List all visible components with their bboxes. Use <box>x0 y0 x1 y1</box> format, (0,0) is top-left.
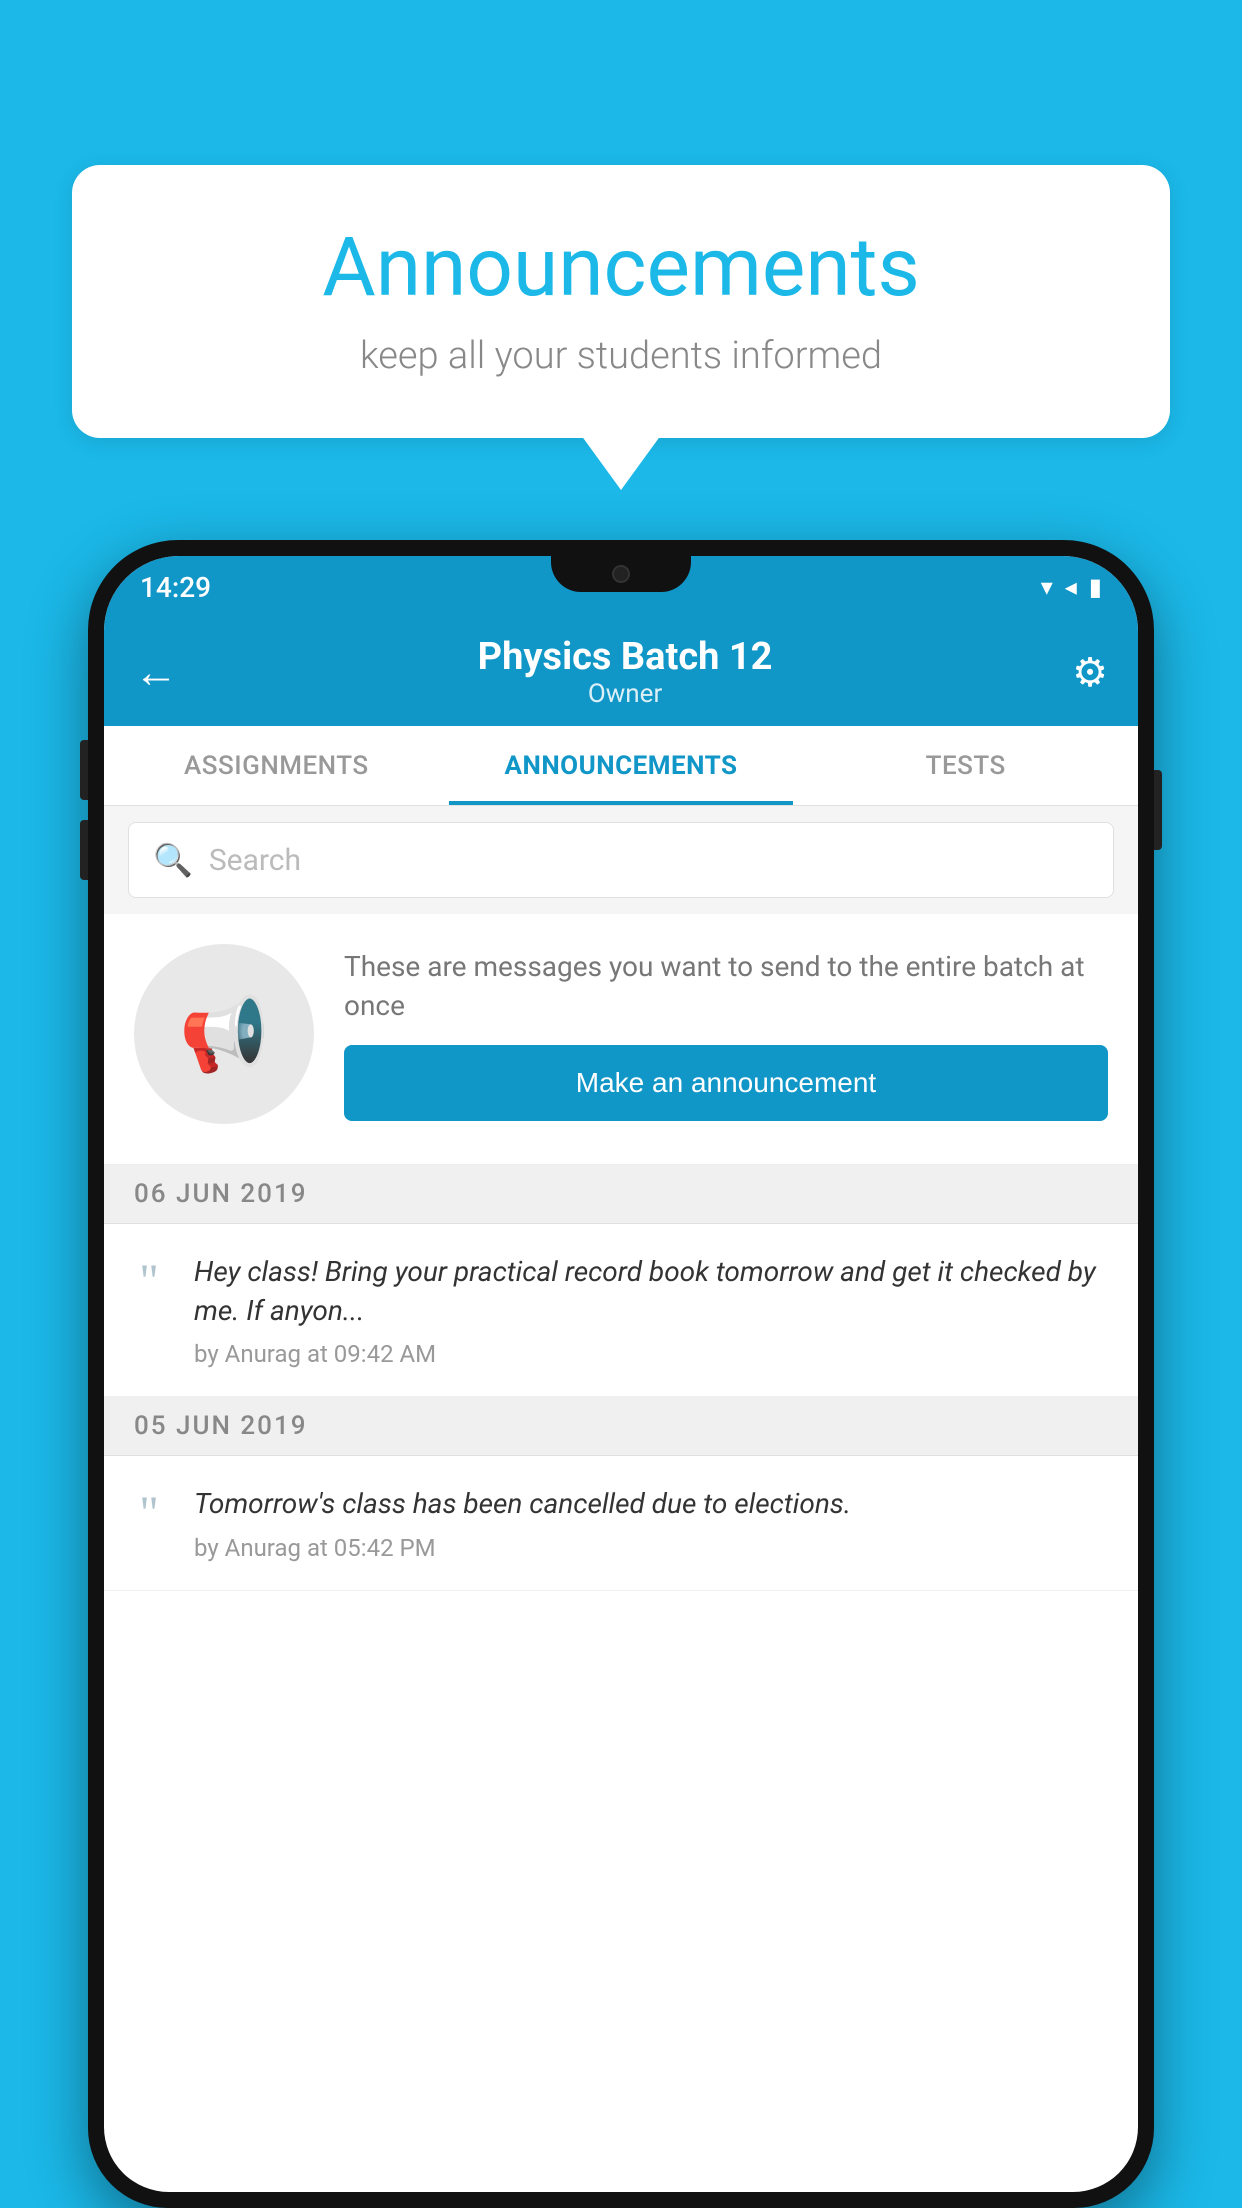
announcement-meta-1: by Anurag at 09:42 AM <box>194 1340 1108 1368</box>
app-bar-subtitle: Owner <box>478 679 773 709</box>
camera <box>612 565 630 583</box>
speech-bubble: Announcements keep all your students inf… <box>72 165 1170 438</box>
date-separator-1: 06 JUN 2019 <box>104 1165 1138 1224</box>
search-icon: 🔍 <box>153 841 193 879</box>
announcement-message-2: Tomorrow's class has been cancelled due … <box>194 1484 1108 1523</box>
announcement-meta-2: by Anurag at 05:42 PM <box>194 1534 1108 1562</box>
date-separator-2: 05 JUN 2019 <box>104 1397 1138 1456</box>
tab-announcements[interactable]: ANNOUNCEMENTS <box>449 726 794 805</box>
search-bar: 🔍 Search <box>104 806 1138 914</box>
tabs: ASSIGNMENTS ANNOUNCEMENTS TESTS <box>104 726 1138 806</box>
app-bar: ← Physics Batch 12 Owner ⚙ <box>104 618 1138 726</box>
status-bar: 14:29 ▾ ◂ ▮ <box>104 556 1138 618</box>
phone-screen: 14:29 ▾ ◂ ▮ ← Physics Batch 12 Owner ⚙ A… <box>104 556 1138 2192</box>
signal-icon: ◂ <box>1065 573 1077 601</box>
status-icons: ▾ ◂ ▮ <box>1041 573 1102 601</box>
notch <box>551 556 691 592</box>
announcement-content-2: Tomorrow's class has been cancelled due … <box>194 1484 1108 1561</box>
tab-tests[interactable]: TESTS <box>793 726 1138 805</box>
bubble-title: Announcements <box>132 220 1110 316</box>
announcement-item-2: " Tomorrow's class has been cancelled du… <box>104 1456 1138 1590</box>
make-announcement-button[interactable]: Make an announcement <box>344 1045 1108 1121</box>
status-time: 14:29 <box>140 571 211 604</box>
announcement-empty-right: These are messages you want to send to t… <box>344 947 1108 1121</box>
tab-assignments[interactable]: ASSIGNMENTS <box>104 726 449 805</box>
search-input-wrap[interactable]: 🔍 Search <box>128 822 1114 898</box>
quote-icon-1: " <box>124 1258 174 1306</box>
announcement-item-1: " Hey class! Bring your practical record… <box>104 1224 1138 1397</box>
announcement-icon-circle: 📢 <box>134 944 314 1124</box>
speech-bubble-container: Announcements keep all your students inf… <box>72 165 1170 438</box>
quote-icon-2: " <box>124 1490 174 1538</box>
app-bar-title: Physics Batch 12 <box>478 635 773 679</box>
announcement-content-1: Hey class! Bring your practical record b… <box>194 1252 1108 1368</box>
volume-down-button <box>80 820 88 880</box>
phone-device: 14:29 ▾ ◂ ▮ ← Physics Batch 12 Owner ⚙ A… <box>88 540 1154 2208</box>
power-button <box>1154 770 1162 850</box>
search-placeholder: Search <box>209 843 301 878</box>
megaphone-icon: 📢 <box>179 992 269 1077</box>
volume-up-button <box>80 740 88 800</box>
bubble-subtitle: keep all your students informed <box>132 334 1110 378</box>
back-button[interactable]: ← <box>134 646 178 698</box>
battery-icon: ▮ <box>1089 573 1102 601</box>
announcement-empty-state: 📢 These are messages you want to send to… <box>104 914 1138 1165</box>
announcement-message-1: Hey class! Bring your practical record b… <box>194 1252 1108 1330</box>
wifi-icon: ▾ <box>1041 573 1053 601</box>
app-bar-title-group: Physics Batch 12 Owner <box>478 635 773 709</box>
settings-icon[interactable]: ⚙ <box>1072 649 1108 696</box>
announcement-empty-text: These are messages you want to send to t… <box>344 947 1108 1025</box>
